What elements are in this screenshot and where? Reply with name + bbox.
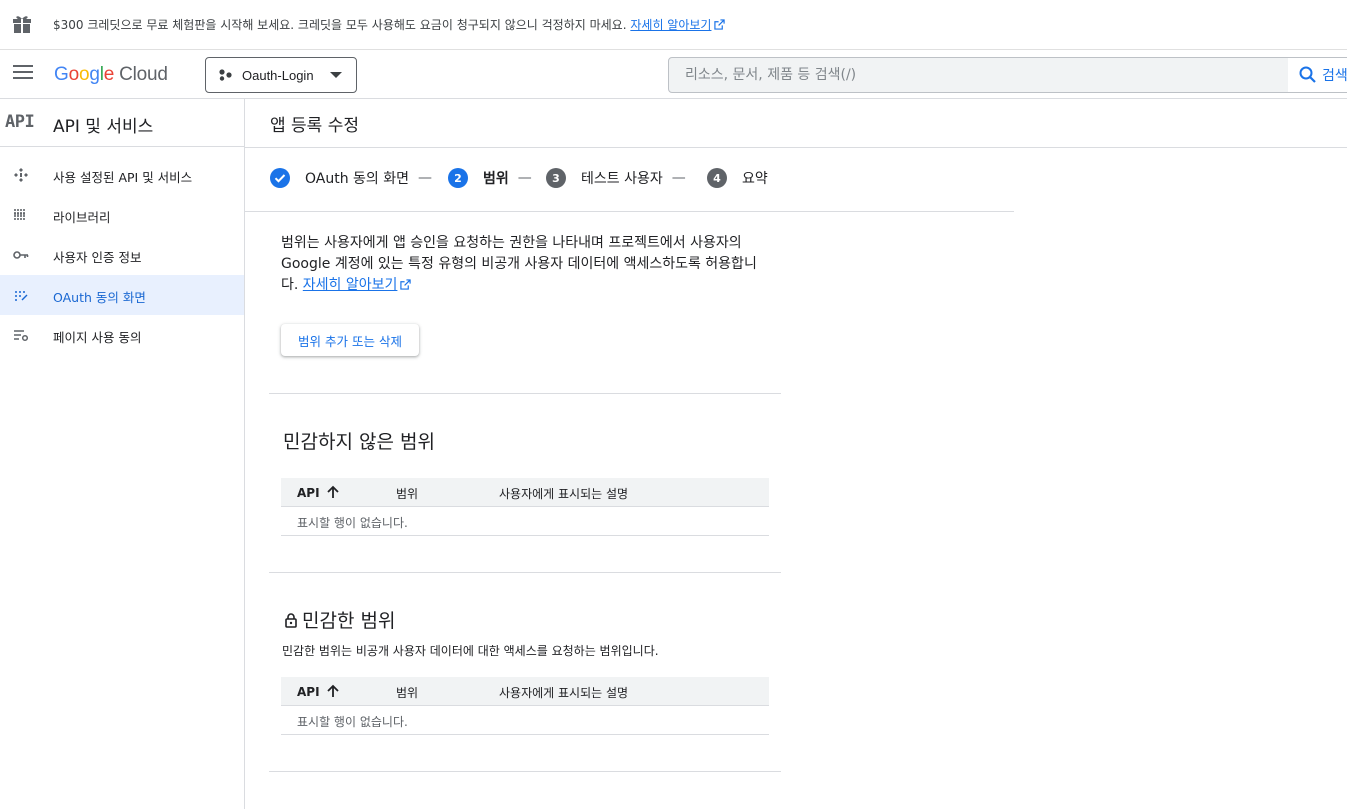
consent-icon: [15, 291, 28, 301]
column-header-api[interactable]: API: [297, 485, 340, 500]
lock-icon: [285, 613, 297, 628]
divider: [269, 393, 781, 394]
sidebar: API API 및 서비스 사용 설정된 API 및 서비스 라이브러리 사용자…: [0, 99, 245, 809]
empty-row: 표시할 행이 없습니다.: [281, 706, 769, 735]
dropdown-caret-icon: [330, 72, 342, 78]
empty-row: 표시할 행이 없습니다.: [281, 507, 769, 536]
gift-icon: [13, 16, 31, 33]
sidebar-title: API 및 서비스: [53, 117, 154, 137]
page-header: 앱 등록 수정: [245, 99, 1347, 148]
api-hub-icon: [14, 168, 28, 182]
step-number: 3: [546, 168, 566, 188]
step-number: 4: [707, 168, 727, 188]
search-button-label: 검색: [1322, 68, 1347, 84]
step-label: 범위: [483, 171, 509, 187]
column-header-scope: 범위: [396, 487, 419, 501]
column-header-api[interactable]: API: [297, 684, 340, 699]
sidebar-item-label: OAuth 동의 화면: [53, 290, 146, 305]
promo-message: $300 크레딧으로 무료 체험판을 시작해 보세요. 크레딧을 모두 사용해도…: [53, 18, 627, 32]
google-cloud-logo[interactable]: Google Cloud: [54, 64, 168, 86]
sidebar-item-credentials[interactable]: 사용자 인증 정보: [0, 235, 244, 275]
arrow-up-icon: [326, 684, 339, 697]
promo-link-label: 자세히 알아보기: [630, 18, 712, 32]
page-title: 앱 등록 수정: [270, 116, 360, 136]
sensitive-scopes-title: 민감한 범위: [283, 606, 395, 633]
non-sensitive-scopes-table: API 범위 사용자에게 표시되는 설명 표시할 행이 없습니다.: [281, 478, 769, 536]
non-sensitive-scopes-title: 민감하지 않은 범위: [283, 431, 435, 453]
learn-more-label: 자세히 알아보기: [302, 277, 398, 293]
sidebar-item-enabled-apis[interactable]: 사용 설정된 API 및 서비스: [0, 155, 244, 195]
sidebar-item-label: 사용 설정된 API 및 서비스: [53, 170, 193, 185]
divider: [269, 572, 781, 573]
step-summary: 4 요약: [707, 168, 768, 188]
promo-learn-more-link[interactable]: 자세히 알아보기: [630, 18, 726, 32]
api-logo-icon: API: [5, 112, 35, 132]
open-in-new-icon: [400, 279, 412, 290]
add-remove-scopes-button[interactable]: 범위 추가 또는 삭제: [281, 324, 419, 356]
check-circle-icon: [270, 168, 290, 188]
step-separator: —: [517, 170, 532, 186]
table-header: API 범위 사용자에게 표시되는 설명: [281, 478, 769, 507]
project-hub-icon: [219, 69, 232, 81]
sidebar-item-page-usage-agreements[interactable]: 페이지 사용 동의: [0, 315, 244, 355]
step-test-users: 3 테스트 사용자 —: [546, 168, 686, 188]
step-label: OAuth 동의 화면: [305, 171, 410, 187]
promo-text: $300 크레딧으로 무료 체험판을 시작해 보세요. 크레딧을 모두 사용해도…: [53, 16, 726, 33]
step-scopes: 2 범위 —: [448, 168, 532, 188]
project-name: Oauth-Login: [242, 67, 314, 83]
step-label: 테스트 사용자: [581, 171, 663, 187]
top-header: GoogleCloud Oauth-Login 검색: [0, 50, 1347, 99]
arrow-up-icon: [326, 485, 339, 498]
search-box[interactable]: [668, 57, 1289, 93]
library-icon: [14, 209, 26, 221]
step-number: 2: [448, 168, 468, 188]
sensitive-scopes-subtitle: 민감한 범위는 비공개 사용자 데이터에 대한 액세스를 요청하는 범위입니다.: [282, 644, 659, 658]
project-selector[interactable]: Oauth-Login: [205, 57, 357, 93]
sidebar-header: API API 및 서비스: [0, 99, 244, 147]
scope-description: 범위는 사용자에게 앱 승인을 요청하는 권한을 나타내며 프로젝트에서 사용자…: [281, 233, 771, 296]
step-oauth-consent[interactable]: OAuth 동의 화면 —: [270, 168, 432, 188]
step-label: 요약: [742, 171, 768, 187]
column-header-scope: 범위: [396, 686, 419, 700]
search-button[interactable]: 검색: [1288, 57, 1347, 93]
search-input[interactable]: [669, 58, 1288, 92]
search-icon: [1299, 66, 1316, 83]
settings-list-icon: [14, 330, 29, 342]
sensitive-scopes-table: API 범위 사용자에게 표시되는 설명 표시할 행이 없습니다.: [281, 677, 769, 735]
table-header: API 범위 사용자에게 표시되는 설명: [281, 677, 769, 706]
empty-message: 표시할 행이 없습니다.: [297, 516, 408, 530]
sidebar-item-oauth-consent[interactable]: OAuth 동의 화면: [0, 275, 244, 315]
stepper: OAuth 동의 화면 — 2 범위 — 3 테스트 사용자 — 4 요약: [245, 148, 1014, 212]
column-header-user-facing-description: 사용자에게 표시되는 설명: [499, 686, 629, 700]
main-menu-button[interactable]: [13, 65, 33, 83]
promo-banner: $300 크레딧으로 무료 체험판을 시작해 보세요. 크레딧을 모두 사용해도…: [0, 0, 1347, 50]
step-separator: —: [418, 170, 433, 186]
main-content: 앱 등록 수정 OAuth 동의 화면 — 2 범위 — 3 테스트 사용자 —…: [245, 99, 1347, 809]
divider: [269, 771, 781, 772]
sidebar-item-label: 페이지 사용 동의: [53, 330, 142, 345]
empty-message: 표시할 행이 없습니다.: [297, 715, 408, 729]
sidebar-nav: 사용 설정된 API 및 서비스 라이브러리 사용자 인증 정보 OAuth 동…: [0, 147, 244, 355]
column-header-user-facing-description: 사용자에게 표시되는 설명: [499, 487, 629, 501]
sidebar-item-label: 라이브러리: [53, 210, 111, 225]
learn-more-link[interactable]: 자세히 알아보기: [303, 277, 398, 293]
open-in-new-icon: [714, 19, 726, 30]
sidebar-item-library[interactable]: 라이브러리: [0, 195, 244, 235]
sidebar-item-label: 사용자 인증 정보: [53, 250, 142, 265]
step-separator: —: [671, 170, 686, 186]
key-icon: [13, 251, 29, 259]
sensitive-title-label: 민감한 범위: [302, 610, 396, 632]
